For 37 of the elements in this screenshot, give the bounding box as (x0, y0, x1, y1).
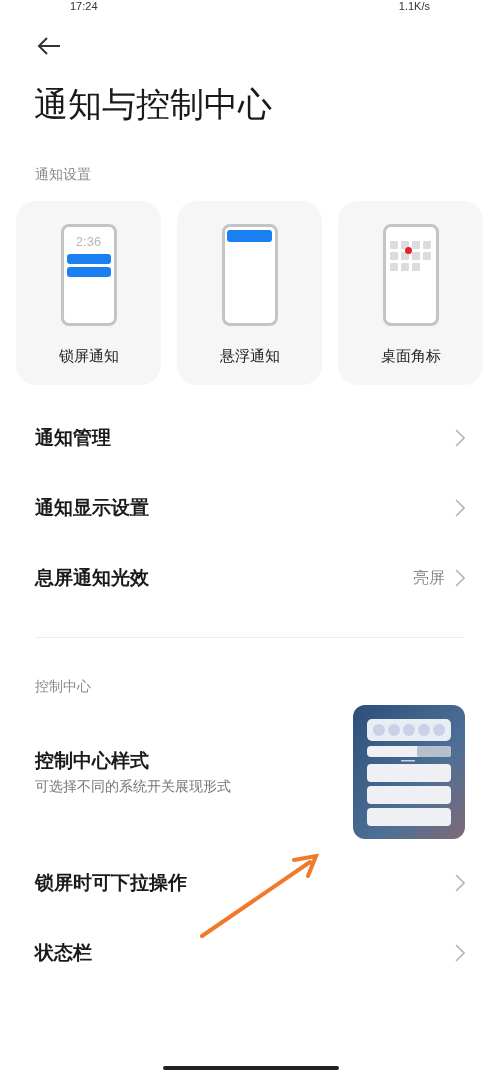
settings-row[interactable]: 息屏通知光效 亮屏 (0, 543, 500, 613)
app-tile (401, 241, 409, 249)
notification-style-card[interactable]: 悬浮通知 (177, 201, 322, 385)
app-tile (401, 252, 409, 260)
app-tile (390, 241, 398, 249)
notification-bar (227, 230, 272, 242)
app-tile (412, 241, 420, 249)
app-tile (401, 263, 409, 271)
settings-row[interactable]: 状态栏 (0, 918, 500, 988)
section-header: 通知设置 (34, 165, 91, 184)
app-tile (390, 263, 398, 271)
app-tile (412, 263, 420, 271)
notification-bar (66, 267, 111, 277)
row-subtitle: 可选择不同的系统开关展现形式 (35, 777, 231, 796)
app-tile (390, 252, 398, 260)
notification-style-card[interactable]: 2:36 锁屏通知 (16, 201, 161, 385)
settings-row[interactable]: 锁屏时可下拉操作 (0, 848, 500, 918)
app-tile (423, 241, 431, 249)
notification-bar (66, 254, 111, 264)
chevron-right-icon (455, 429, 465, 447)
app-tile (412, 252, 420, 260)
back-arrow-icon[interactable] (36, 36, 62, 56)
chevron-right-icon (455, 499, 465, 517)
row-value: 亮屏 (413, 568, 445, 588)
chevron-right-icon (455, 874, 465, 892)
app-tile (423, 252, 431, 260)
page-title: 通知与控制中心 (33, 83, 273, 126)
notification-style-card[interactable]: 桌面角标 (338, 201, 483, 385)
section-header: 控制中心 (34, 677, 91, 696)
network-speed: 1.1K/s (398, 0, 430, 12)
settings-row[interactable]: 通知显示设置 (0, 473, 500, 543)
clock-text: 2:36 (75, 235, 102, 249)
chevron-right-icon (455, 944, 465, 962)
status-time: 17:24 (70, 0, 98, 12)
chevron-right-icon (455, 569, 465, 587)
settings-row[interactable]: 通知管理 (0, 403, 500, 473)
settings-row[interactable]: 控制中心样式 可选择不同的系统开关展现形式 (0, 696, 500, 848)
